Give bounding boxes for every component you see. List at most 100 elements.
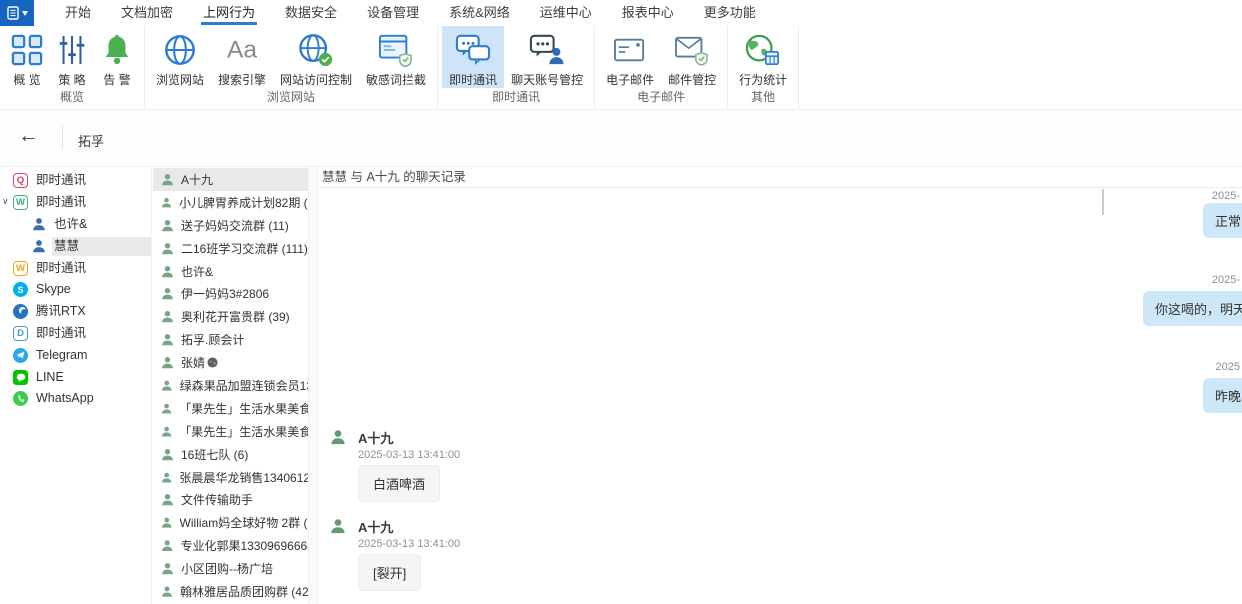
- contact-row[interactable]: 送子妈妈交流群 (11): [153, 214, 308, 237]
- svg-text:Aa: Aa: [227, 37, 257, 64]
- person-icon: [162, 288, 173, 300]
- contact-row[interactable]: 文件传输助手: [153, 488, 308, 511]
- contact-row[interactable]: 奥利花开富贵群 (39): [153, 305, 308, 328]
- ribbon-web-access-control-button[interactable]: 网站访问控制: [273, 26, 359, 88]
- contact-row[interactable]: 翰林雅居品质团购群 (420): [153, 580, 308, 603]
- chevron-down-icon: [21, 10, 28, 16]
- breadcrumb-bar: ← 拓孚: [0, 110, 1242, 167]
- sidebar-item-account-yexu[interactable]: 也许&: [0, 214, 151, 236]
- sidebar-item-wecom[interactable]: W 即时通讯: [0, 257, 151, 279]
- person-icon: [162, 563, 173, 575]
- divider: [62, 126, 63, 150]
- bell-icon: [101, 30, 133, 70]
- chat-messages[interactable]: 2025- 正常 2025- 你这喝的，明天 2025 昨晚 A十九 2025-…: [319, 189, 1242, 604]
- contact-row[interactable]: 张婧: [153, 351, 308, 374]
- menu-item-system-network[interactable]: 系统&网络: [434, 0, 525, 26]
- contact-list-scrollbar[interactable]: [308, 167, 318, 604]
- contact-row[interactable]: William妈全球好物 2群 (5...: [153, 511, 308, 534]
- globe-calendar-icon: [745, 30, 781, 70]
- person-icon: [161, 197, 172, 208]
- contact-row[interactable]: 「果先生」生活水果美食3...: [153, 420, 308, 443]
- menu-item-report-center[interactable]: 报表中心: [607, 0, 689, 26]
- contact-row[interactable]: 拓孚.顾会计: [153, 328, 308, 351]
- ribbon-im-button[interactable]: 即时通讯: [442, 26, 505, 88]
- breadcrumb-title: 拓孚: [78, 134, 105, 149]
- font-icon: Aa: [222, 30, 262, 70]
- ribbon-behavior-stats-button[interactable]: 行为统计: [732, 26, 794, 88]
- ribbon-search-engine-button[interactable]: Aa 搜索引擎: [211, 26, 273, 88]
- ribbon-group-label: 电子邮件: [637, 90, 686, 104]
- sidebar-item-skype[interactable]: S Skype: [0, 279, 151, 301]
- sidebar-item-telegram[interactable]: Telegram: [0, 344, 151, 366]
- ribbon-alert-button[interactable]: 告 警: [94, 26, 140, 88]
- contact-row[interactable]: A十九: [153, 168, 308, 191]
- message-timestamp: 2025-03-13 13:41:00: [358, 449, 461, 461]
- globe-check-icon: [298, 30, 334, 70]
- ribbon-overview-button[interactable]: 概 览: [4, 26, 50, 88]
- sidebar-item-dingtalk[interactable]: D 即时通讯: [0, 323, 151, 345]
- person-icon: [161, 380, 172, 391]
- mail-shield-icon: [674, 30, 710, 70]
- contact-row[interactable]: 绿森果品加盟连锁会员13...: [153, 374, 308, 397]
- ribbon-group-other: 行为统计 其他: [728, 26, 800, 109]
- contact-row[interactable]: 二16班学习交流群 (111): [153, 237, 308, 260]
- contact-row[interactable]: 16班七队 (6): [153, 443, 308, 466]
- menu-item-data-security[interactable]: 数据安全: [270, 0, 352, 26]
- ribbon-group-im: 即时通讯 聊天账号管控 即时通讯: [438, 26, 596, 109]
- sidebar-item-rtx[interactable]: 腾讯RTX: [0, 301, 151, 323]
- person-icon: [161, 426, 172, 437]
- rtx-icon: [13, 304, 28, 320]
- menu-item-doc-encrypt[interactable]: 文档加密: [106, 0, 188, 26]
- person-icon: [162, 448, 173, 460]
- contact-row[interactable]: 也许&: [153, 260, 308, 283]
- qq-badge-icon: Q: [13, 173, 28, 189]
- chevron-down-icon[interactable]: ∨: [2, 196, 9, 207]
- sidebar-item-line[interactable]: LINE: [0, 366, 151, 388]
- person-icon: [162, 357, 173, 369]
- sidebar-item-wechat[interactable]: ∨ W 即时通讯: [0, 192, 151, 214]
- contact-row[interactable]: 小区团购--杨广培: [153, 557, 308, 580]
- menu-item-start[interactable]: 开始: [50, 0, 106, 26]
- menu-items: 开始 文档加密 上网行为 数据安全 设备管理 系统&网络 运维中心 报表中心 更…: [50, 0, 771, 26]
- sidebar-item-account-huihui[interactable]: 慧慧: [0, 235, 151, 257]
- ribbon-policy-button[interactable]: 策 略: [50, 26, 94, 88]
- person-icon: [162, 540, 173, 552]
- contact-row[interactable]: 张晨晨华龙销售13406127...: [153, 466, 308, 489]
- contact-row[interactable]: 小儿脾胃养成计划82期 (120): [153, 191, 308, 214]
- ribbon-browse-web-button[interactable]: 浏览网站: [149, 26, 211, 88]
- ribbon-sensitive-word-button[interactable]: 敏感词拦截: [359, 26, 433, 88]
- sidebar-item-whatsapp[interactable]: WhatsApp: [0, 388, 151, 410]
- ribbon-chat-account-button[interactable]: 聊天账号管控: [504, 26, 590, 88]
- wechat-badge-icon: W: [13, 195, 28, 211]
- sidebar-item-qq[interactable]: Q 即时通讯: [0, 170, 151, 192]
- person-icon: [162, 334, 173, 346]
- wecom-badge-icon: W: [13, 260, 28, 276]
- menu-item-ops-center[interactable]: 运维中心: [525, 0, 607, 26]
- app-menu-button[interactable]: [0, 0, 34, 26]
- contact-row[interactable]: 「果先生」生活水果美食3...: [153, 397, 308, 420]
- contact-list: A十九 小儿脾胃养成计划82期 (120) 送子妈妈交流群 (11) 二16班学…: [153, 167, 308, 604]
- scrollbar-thumb: [1102, 189, 1104, 215]
- message-timestamp: 2025-03-13 13:41:00: [358, 538, 461, 550]
- contact-row[interactable]: 伊一妈妈3#2806: [153, 282, 308, 305]
- person-icon: [161, 403, 172, 414]
- ribbon-email-control-button[interactable]: 邮件管控: [661, 26, 723, 88]
- incoming-bubble: [裂开]: [358, 554, 422, 591]
- app-window: 开始 文档加密 上网行为 数据安全 设备管理 系统&网络 运维中心 报表中心 更…: [0, 0, 1242, 604]
- menu-item-web-behavior[interactable]: 上网行为: [188, 0, 270, 26]
- person-icon: [161, 472, 172, 483]
- globe-icon: [163, 30, 197, 70]
- menu-item-device-mgmt[interactable]: 设备管理: [352, 0, 434, 26]
- person-icon: [162, 173, 173, 186]
- menu-item-more-features[interactable]: 更多功能: [689, 0, 771, 26]
- ribbon-email-button[interactable]: 电子邮件: [599, 26, 661, 88]
- back-arrow-icon[interactable]: ←: [18, 124, 39, 148]
- grid-icon: [11, 30, 43, 70]
- outgoing-bubble: 昨晚: [1203, 378, 1242, 413]
- ribbon-group-browse: 浏览网站 Aa 搜索引擎 网站访问控制 敏感词拦截 浏览网站: [145, 26, 439, 109]
- incoming-bubble: 白酒啤酒: [358, 465, 441, 502]
- message-timestamp: 2025: [1215, 361, 1240, 373]
- contact-row[interactable]: 专业化郭果13309696668: [153, 534, 308, 557]
- ribbon-group-label: 其他: [751, 90, 776, 104]
- person-icon: [162, 586, 172, 597]
